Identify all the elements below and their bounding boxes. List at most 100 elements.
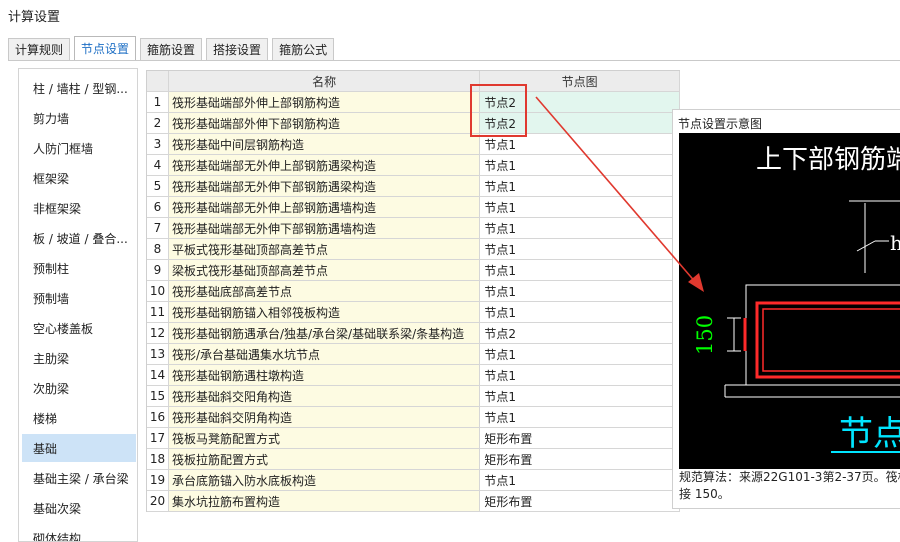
row-node-value[interactable]: 节点1: [480, 197, 680, 218]
row-number: 13: [147, 344, 169, 365]
table-row[interactable]: 13 筏形/承台基础遇集水坑节点 节点1: [147, 344, 680, 365]
table-row[interactable]: 2 筏形基础端部外伸下部钢筋构造 节点2: [147, 113, 680, 134]
row-number: 20: [147, 491, 169, 512]
table-row[interactable]: 12 筏形基础钢筋遇承台/独基/承台梁/基础联系梁/条基构造 节点2: [147, 323, 680, 344]
row-node-value[interactable]: 节点1: [480, 302, 680, 323]
table-row[interactable]: 4 筏形基础端部无外伸上部钢筋遇梁构造 节点1: [147, 155, 680, 176]
table-row[interactable]: 5 筏形基础端部无外伸下部钢筋遇梁构造 节点1: [147, 176, 680, 197]
sidebar-item-precast-wall[interactable]: 预制墙: [22, 284, 136, 312]
row-name: 梁板式筏形基础顶部高差节点: [168, 260, 481, 281]
row-node-value[interactable]: 节点2: [480, 113, 680, 134]
sidebar-item-secondary-rib-beam[interactable]: 次肋梁: [22, 374, 136, 402]
table-row[interactable]: 8 平板式筏形基础顶部高差节点 节点1: [147, 239, 680, 260]
sidebar-item-slab-ramp[interactable]: 板 / 坡道 / 叠合...: [22, 224, 136, 252]
sidebar-item-foundation-secondary-beam[interactable]: 基础次梁: [22, 494, 136, 522]
table-row[interactable]: 10 筏形基础底部高差节点 节点1: [147, 281, 680, 302]
sidebar-item-foundation[interactable]: 基础: [22, 434, 136, 462]
table-row[interactable]: 20 集水坑拉筋布置构造 矩形布置: [147, 491, 680, 512]
table-row[interactable]: 3 筏形基础中间层钢筋构造 节点1: [147, 134, 680, 155]
row-number: 14: [147, 365, 169, 386]
table-row[interactable]: 7 筏形基础端部无外伸下部钢筋遇墙构造 节点1: [147, 218, 680, 239]
tab-divider: [8, 60, 900, 61]
row-number: 17: [147, 428, 169, 449]
row-node-value[interactable]: 节点1: [480, 176, 680, 197]
row-name: 筏形基础底部高差节点: [168, 281, 481, 302]
row-number: 16: [147, 407, 169, 428]
row-node-value[interactable]: 节点2: [480, 92, 680, 113]
sidebar-item-main-rib-beam[interactable]: 主肋梁: [22, 344, 136, 372]
tab-calc-rules[interactable]: 计算规则: [8, 38, 71, 60]
row-number: 3: [147, 134, 169, 155]
row-node-value[interactable]: 节点1: [480, 281, 680, 302]
row-number: 11: [147, 302, 169, 323]
row-number: 7: [147, 218, 169, 239]
header-name[interactable]: 名称: [168, 71, 481, 92]
diagram-heading: 上下部钢筋端: [756, 145, 900, 175]
header-index: [147, 71, 169, 92]
row-node-value[interactable]: 矩形布置: [480, 491, 680, 512]
node-diagram-canvas: 上下部钢筋端 h 150 节点: [679, 133, 900, 469]
table-row[interactable]: 19 承台底筋锚入防水底板构造 节点1: [147, 470, 680, 491]
row-node-value[interactable]: 节点1: [480, 155, 680, 176]
table-row[interactable]: 15 筏形基础斜交阳角构造 节点1: [147, 386, 680, 407]
row-number: 4: [147, 155, 169, 176]
table-row[interactable]: 16 筏形基础斜交阴角构造 节点1: [147, 407, 680, 428]
row-name: 平板式筏形基础顶部高差节点: [168, 239, 481, 260]
table-row[interactable]: 17 筏板马凳筋配置方式 矩形布置: [147, 428, 680, 449]
row-node-value[interactable]: 节点1: [480, 365, 680, 386]
row-name: 筏形基础中间层钢筋构造: [168, 134, 481, 155]
row-node-value[interactable]: 节点1: [480, 386, 680, 407]
sidebar-item-civil-defense-door-frame[interactable]: 人防门框墙: [22, 134, 136, 162]
sidebar-item-stairs[interactable]: 楼梯: [22, 404, 136, 432]
sidebar-item-non-frame-beam[interactable]: 非框架梁: [22, 194, 136, 222]
header-node-diagram[interactable]: 节点图: [480, 71, 680, 92]
diagram-height-label: h: [890, 231, 900, 255]
row-node-value[interactable]: 节点2: [480, 323, 680, 344]
row-node-value[interactable]: 节点1: [480, 260, 680, 281]
sidebar-item-foundation-main-beam[interactable]: 基础主梁 / 承台梁: [22, 464, 136, 492]
sidebar-item-column[interactable]: 柱 / 墙柱 / 型钢...: [22, 74, 136, 102]
row-node-value[interactable]: 节点1: [480, 407, 680, 428]
tab-stirrup-settings[interactable]: 箍筋设置: [140, 38, 203, 60]
row-node-value[interactable]: 矩形布置: [480, 449, 680, 470]
table-row[interactable]: 6 筏形基础端部无外伸上部钢筋遇墙构造 节点1: [147, 197, 680, 218]
node-diagram-panel: 节点设置示意图 上下部钢筋端 h 150 节点 规范算法：来源22G101-3第…: [672, 109, 900, 509]
row-node-value[interactable]: 节点1: [480, 239, 680, 260]
row-name: 筏形/承台基础遇集水坑节点: [168, 344, 481, 365]
table-row[interactable]: 9 梁板式筏形基础顶部高差节点 节点1: [147, 260, 680, 281]
row-number: 12: [147, 323, 169, 344]
sidebar-item-hollow-floor-slab[interactable]: 空心楼盖板: [22, 314, 136, 342]
row-name: 筏形基础钢筋遇承台/独基/承台梁/基础联系梁/条基构造: [168, 323, 481, 344]
row-number: 10: [147, 281, 169, 302]
tab-stirrup-formula[interactable]: 箍筋公式: [272, 38, 335, 60]
row-node-value[interactable]: 矩形布置: [480, 428, 680, 449]
row-number: 1: [147, 92, 169, 113]
row-node-value[interactable]: 节点1: [480, 218, 680, 239]
tab-bar: 计算规则 节点设置 箍筋设置 搭接设置 箍筋公式: [8, 36, 338, 60]
row-number: 5: [147, 176, 169, 197]
row-node-value[interactable]: 节点1: [480, 470, 680, 491]
row-node-value[interactable]: 节点1: [480, 344, 680, 365]
table-header-row: 名称 节点图: [147, 71, 680, 92]
diagram-rule-note: 规范算法：来源22G101-3第2-37页。筏板 接 150。: [679, 469, 900, 503]
row-name: 承台底筋锚入防水底板构造: [168, 470, 481, 491]
row-number: 18: [147, 449, 169, 470]
sidebar-item-masonry[interactable]: 砌体结构: [22, 524, 136, 542]
sidebar-item-shear-wall[interactable]: 剪力墙: [22, 104, 136, 132]
table-row[interactable]: 1 筏形基础端部外伸上部钢筋构造 节点2: [147, 92, 680, 113]
table-row[interactable]: 18 筏板拉筋配置方式 矩形布置: [147, 449, 680, 470]
row-name: 筏形基础端部外伸下部钢筋构造: [168, 113, 481, 134]
table-row[interactable]: 11 筏形基础钢筋锚入相邻筏板构造 节点1: [147, 302, 680, 323]
row-node-value[interactable]: 节点1: [480, 134, 680, 155]
sidebar-item-precast-column[interactable]: 预制柱: [22, 254, 136, 282]
sidebar-item-frame-beam[interactable]: 框架梁: [22, 164, 136, 192]
node-settings-table: 名称 节点图 1 筏形基础端部外伸上部钢筋构造 节点2 2 筏形基础端部外伸下部…: [146, 70, 680, 512]
diagram-note-line-2: 接 150。: [679, 487, 730, 501]
table-row[interactable]: 14 筏形基础钢筋遇柱墩构造 节点1: [147, 365, 680, 386]
tab-node-settings[interactable]: 节点设置: [74, 36, 137, 60]
diagram-slab-outline: [745, 284, 900, 385]
row-name: 筏板拉筋配置方式: [168, 449, 481, 470]
row-name: 筏形基础端部无外伸上部钢筋遇梁构造: [168, 155, 481, 176]
tab-lap-settings[interactable]: 搭接设置: [206, 38, 269, 60]
row-name: 集水坑拉筋布置构造: [168, 491, 481, 512]
